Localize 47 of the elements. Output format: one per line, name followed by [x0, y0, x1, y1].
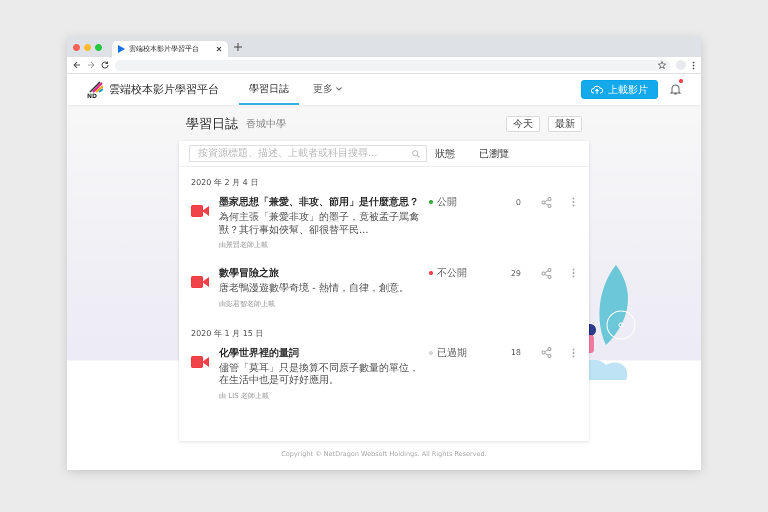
- share-icon[interactable]: [541, 347, 552, 358]
- video-title[interactable]: 數學冒險之旅: [219, 266, 419, 280]
- close-window-button[interactable]: [73, 44, 80, 50]
- more-options-icon[interactable]: [572, 197, 575, 207]
- video-camera-icon: [191, 356, 209, 368]
- view-count: 0: [514, 198, 521, 206]
- star-icon[interactable]: [658, 61, 666, 69]
- filter-button[interactable]: 今天: [506, 116, 540, 132]
- video-camera-icon: [191, 276, 209, 288]
- search-icon[interactable]: [412, 150, 420, 158]
- brand-name: 雲端校本影片學習平台: [109, 82, 219, 97]
- date-heading: 2020 年 1 月 15 日: [190, 328, 264, 338]
- school-name: 香城中學: [246, 118, 287, 131]
- view-count: 18: [510, 348, 521, 357]
- search-field[interactable]: 按資源標題、描述、上載者或科目搜尋...: [189, 145, 427, 162]
- video-description: 儘管「莫耳」只是換算不同原子數量的單位，在生活中也是可好好應用。: [219, 362, 419, 388]
- filter-button[interactable]: 最新: [548, 116, 582, 132]
- minimize-window-button[interactable]: [84, 44, 91, 50]
- forward-icon[interactable]: [87, 61, 95, 69]
- date-heading: 2020 年 2 月 4 日: [190, 177, 260, 188]
- share-icon[interactable]: [541, 196, 552, 208]
- nav-tab[interactable]: 更多: [303, 74, 352, 105]
- page-title: 學習日誌: [186, 116, 238, 133]
- logo-drawing: [87, 80, 103, 94]
- view-count: 29: [510, 268, 521, 278]
- close-icon[interactable]: [216, 46, 222, 52]
- more-options-icon[interactable]: [572, 268, 575, 278]
- column-header: 狀態: [435, 148, 456, 160]
- status-label: 公開: [437, 196, 457, 209]
- maximize-window-button[interactable]: [95, 44, 102, 50]
- cloud-upload-icon: [591, 84, 603, 94]
- status-label: 已過期: [437, 346, 467, 360]
- video-description: 唐老鴨漫遊數學奇境 - 熱情，自律，創意。: [219, 283, 410, 296]
- video-title[interactable]: 化學世界裡的量詞: [219, 346, 419, 360]
- menu-icon[interactable]: [692, 60, 695, 70]
- share-icon[interactable]: [541, 268, 552, 278]
- more-options-icon[interactable]: [572, 348, 575, 358]
- new-tab-icon[interactable]: [234, 43, 242, 51]
- reload-icon[interactable]: [101, 61, 109, 69]
- video-description: 為何主張「兼愛非攻」的墨子，竟被孟子罵禽獸？其行事如俠幫、卻很替平民...: [219, 212, 419, 237]
- status-label: 不公開: [437, 267, 467, 280]
- column-header: 已瀏覽: [479, 148, 510, 160]
- play-logo-icon: [118, 45, 125, 53]
- bell-icon[interactable]: [670, 83, 681, 95]
- video-title[interactable]: 墨家思想「兼愛、非攻、節用」是什麼意思？: [219, 195, 419, 209]
- back-icon[interactable]: [73, 61, 81, 69]
- video-camera-icon: [191, 205, 209, 217]
